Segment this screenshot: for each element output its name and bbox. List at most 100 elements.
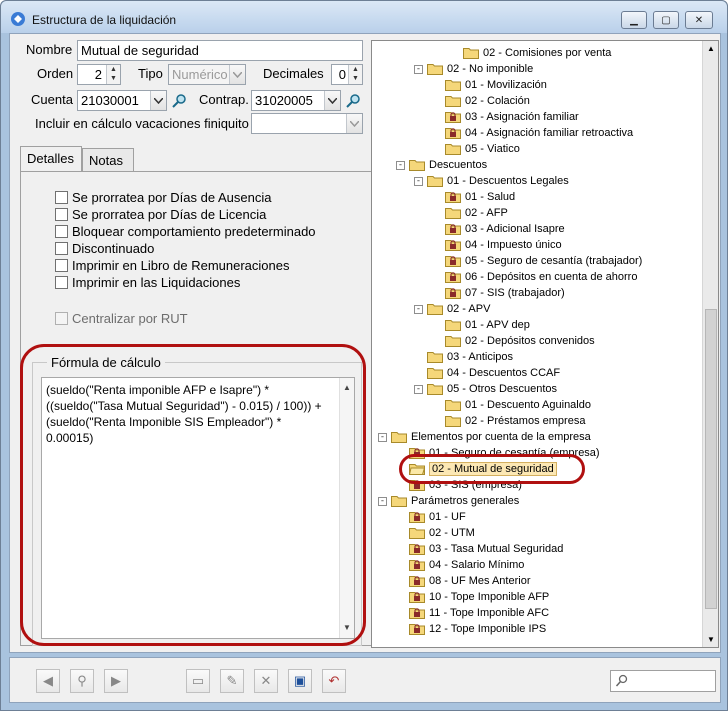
tree-node[interactable]: 05 - Viatico (432, 141, 520, 157)
tree-node[interactable]: 02 - Depósitos convenidos (432, 333, 595, 349)
scrollbar-thumb[interactable] (705, 309, 717, 609)
new-button[interactable]: ▭ (186, 669, 210, 693)
prev-button[interactable]: ◀ (36, 669, 60, 693)
decimales-input[interactable]: 0 ▲ ▼ (331, 64, 363, 85)
find-button[interactable]: ⚲ (70, 669, 94, 693)
tree-node[interactable]: 02 - Colación (432, 93, 530, 109)
tree-node[interactable]: 04 - Descuentos CCAF (414, 365, 560, 381)
collapse-icon[interactable]: - (414, 304, 423, 314)
tree-node[interactable]: 02 - UTM (396, 525, 475, 541)
checkbox-box[interactable] (55, 276, 68, 289)
collapse-icon[interactable]: - (414, 64, 423, 74)
checkbox-centralizar[interactable]: Centralizar por RUT (55, 311, 188, 326)
tree-node[interactable]: 07 - SIS (trabajador) (432, 285, 565, 301)
checkbox-ausencia[interactable]: Se prorratea por Días de Ausencia (55, 190, 271, 205)
tree-node[interactable]: 05 - Seguro de cesantía (trabajador) (432, 253, 642, 269)
chevron-down-icon (233, 71, 242, 78)
tree-node[interactable]: 12 - Tope Imponible IPS (396, 621, 546, 637)
close-button[interactable]: ✕ (685, 11, 713, 29)
contrap-label: Contrap. (199, 92, 249, 107)
tree-node[interactable]: - Descuentos (396, 157, 487, 173)
tree-node[interactable]: 03 - Adicional Isapre (432, 221, 565, 237)
tree-node-label: 04 - Descuentos CCAF (447, 367, 561, 379)
tree-node[interactable]: 01 - UF (396, 509, 466, 525)
locked-folder-icon (445, 255, 461, 267)
contrap-select[interactable]: 31020005 (251, 90, 341, 111)
tree-node[interactable]: 03 - Tasa Mutual Seguridad (396, 541, 563, 557)
tree-node[interactable]: 01 - Descuento Aguinaldo (432, 397, 591, 413)
tipo-dropdown[interactable] (229, 65, 245, 84)
checkbox-box[interactable] (55, 242, 68, 255)
folder-icon (391, 495, 407, 507)
nombre-input[interactable]: Mutual de seguridad (77, 40, 363, 61)
tree-node[interactable]: - 02 - No imponible (414, 61, 533, 77)
tree-node[interactable]: 06 - Depósitos en cuenta de ahorro (432, 269, 637, 285)
tree-node[interactable]: 03 - Anticipos (414, 349, 513, 365)
delete-button[interactable]: ✕ (254, 669, 278, 693)
tree-node-label: 04 - Impuesto único (465, 239, 562, 251)
tree-node[interactable]: - 01 - Descuentos Legales (414, 173, 569, 189)
tree-node-label: 02 - UTM (429, 527, 475, 539)
tree-node[interactable]: 01 - APV dep (432, 317, 530, 333)
tree-node-label: 05 - Otros Descuentos (447, 383, 558, 395)
contrap-search-button[interactable] (343, 90, 363, 111)
tree-node[interactable]: 03 - Asignación familiar (432, 109, 579, 125)
minimize-button[interactable]: ▁ (621, 11, 647, 29)
collapse-icon[interactable]: - (378, 496, 387, 506)
tree-node-label: 01 - APV dep (465, 319, 530, 331)
tipo-select[interactable]: Numérico (168, 64, 246, 85)
tree-node[interactable]: 02 - AFP (432, 205, 508, 221)
checkbox-box[interactable] (55, 191, 68, 204)
tree-scrollbar[interactable]: ▲ ▼ (702, 41, 718, 647)
orden-spinner[interactable]: ▲ ▼ (106, 65, 120, 84)
vacaciones-select[interactable] (251, 113, 363, 134)
search-input[interactable] (610, 670, 716, 692)
tree-node[interactable]: - Elementos por cuenta de la empresa (378, 429, 591, 445)
minimize-icon: ▁ (630, 14, 638, 26)
cuenta-dropdown[interactable] (150, 91, 166, 110)
checkbox-bloquear[interactable]: Bloquear comportamiento predeterminado (55, 224, 316, 239)
checkbox-box[interactable] (55, 208, 68, 221)
checkbox-libro[interactable]: Imprimir en Libro de Remuneraciones (55, 258, 289, 273)
checkbox-box[interactable] (55, 259, 68, 272)
checkbox-discontinuado[interactable]: Discontinuado (55, 241, 154, 256)
checkbox-box[interactable] (55, 312, 68, 325)
tree-node[interactable]: 02 - Préstamos empresa (432, 413, 585, 429)
save-button[interactable]: ▣ (288, 669, 312, 693)
orden-input[interactable]: 2 ▲ ▼ (77, 64, 121, 85)
decimales-spinner[interactable]: ▲ ▼ (348, 65, 362, 84)
tree-node[interactable]: 01 - Movilización (432, 77, 547, 93)
tab-notas[interactable]: Notas (82, 148, 134, 172)
tree-node[interactable]: 04 - Salario Mínimo (396, 557, 524, 573)
edit-button[interactable]: ✎ (220, 669, 244, 693)
contrap-dropdown[interactable] (324, 91, 340, 110)
checkbox-liquidaciones[interactable]: Imprimir en las Liquidaciones (55, 275, 240, 290)
tree-node[interactable]: 04 - Asignación familiar retroactiva (432, 125, 633, 141)
checkbox-box[interactable] (55, 225, 68, 238)
tree-node[interactable]: 08 - UF Mes Anterior (396, 573, 530, 589)
tree-node[interactable]: 11 - Tope Imponible AFC (396, 605, 549, 621)
next-button[interactable]: ▶ (104, 669, 128, 693)
collapse-icon[interactable]: - (414, 176, 423, 186)
collapse-icon[interactable]: - (378, 432, 387, 442)
tab-detalles[interactable]: Detalles (20, 146, 82, 172)
folder-icon (409, 159, 425, 171)
tree-node[interactable]: 10 - Tope Imponible AFP (396, 589, 549, 605)
tree-node[interactable]: - 02 - APV (414, 301, 490, 317)
tree-node[interactable]: - 05 - Otros Descuentos (414, 381, 557, 397)
tree-node[interactable]: 04 - Impuesto único (432, 237, 562, 253)
maximize-button[interactable]: ▢ (653, 11, 679, 29)
tree-node[interactable]: - Parámetros generales (378, 493, 519, 509)
collapse-icon[interactable]: - (414, 384, 423, 394)
undo-button[interactable]: ↶ (322, 669, 346, 693)
folder-icon (427, 383, 443, 395)
cuenta-select[interactable]: 21030001 (77, 90, 167, 111)
collapse-icon[interactable]: - (396, 160, 405, 170)
checkbox-licencia[interactable]: Se prorratea por Días de Licencia (55, 207, 266, 222)
folder-icon (445, 79, 461, 91)
locked-folder-icon (445, 191, 461, 203)
tree-node[interactable]: 02 - Comisiones por venta (450, 45, 611, 61)
vacaciones-dropdown[interactable] (346, 114, 362, 133)
cuenta-search-button[interactable] (169, 90, 189, 111)
tree-node[interactable]: 01 - Salud (432, 189, 515, 205)
